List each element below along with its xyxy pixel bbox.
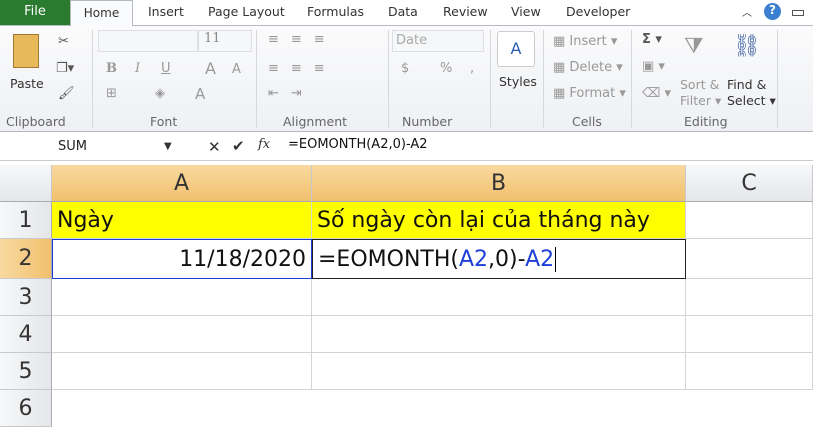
restore-icon[interactable] [792, 10, 804, 16]
ribbon-tabs: File Home Insert Page Layout Formulas Da… [0, 0, 813, 27]
cell-b3[interactable] [312, 279, 686, 316]
minimize-ribbon-icon[interactable]: ︿ [742, 4, 752, 19]
delete-cells-button[interactable]: ▦ Delete ▾ [553, 60, 623, 75]
insert-function-button[interactable]: fx [258, 137, 270, 152]
cell-c3[interactable] [686, 279, 813, 316]
underline-button[interactable]: U [161, 61, 171, 76]
sort-filter-button[interactable]: Sort & Filter ▾ [680, 77, 721, 109]
cell-b2-editing[interactable]: =EOMONTH(A2,0)-A2 [312, 239, 686, 279]
group-font: Font [150, 114, 178, 129]
select-all-corner[interactable] [0, 165, 52, 202]
group-number: Number [402, 114, 453, 129]
group-alignment: Alignment [283, 114, 348, 129]
font-name-select[interactable] [98, 30, 198, 52]
number-format-select[interactable]: Date [392, 30, 484, 52]
cell-a3[interactable] [52, 279, 312, 316]
name-box[interactable]: SUM [0, 136, 178, 158]
row-header-1[interactable]: 1 [0, 202, 52, 239]
group-cells: Cells [572, 114, 602, 129]
horizontal-align-icons[interactable]: ≡≡≡ [268, 61, 337, 76]
styles-button[interactable]: Styles [499, 74, 537, 89]
ribbon: Paste ✂ ❐▾ 🖌 Clipboard 11 B I U A A ⊞ ◈ … [0, 26, 813, 132]
indent-icons[interactable]: ⇤⇥ [268, 86, 314, 101]
clear-icon[interactable]: ⌫ ▾ [642, 86, 671, 101]
cell-b1[interactable]: Số ngày còn lại của tháng này [312, 202, 686, 239]
bold-button[interactable]: B [106, 61, 117, 76]
font-color-icon[interactable]: A [195, 85, 205, 103]
tab-view[interactable]: View [511, 4, 541, 19]
row-header-5[interactable]: 5 [0, 353, 52, 390]
formula-input[interactable]: =EOMONTH(A2,0)-A2 [288, 137, 428, 152]
insert-label: Insert [569, 34, 607, 49]
row-header-3[interactable]: 3 [0, 279, 52, 316]
paste-button[interactable]: Paste [10, 76, 44, 91]
group-clipboard: Clipboard [6, 114, 66, 129]
row-header-4[interactable]: 4 [0, 316, 52, 353]
styles-icon[interactable]: A [497, 31, 535, 67]
percent-button[interactable]: % [440, 61, 452, 76]
tab-file[interactable]: File [0, 0, 70, 25]
sort-filter-icon[interactable]: ⧩ [684, 34, 704, 59]
format-painter-icon[interactable]: 🖌 [58, 86, 75, 101]
cell-a2[interactable]: 11/18/2020 [52, 239, 312, 279]
tab-insert[interactable]: Insert [148, 4, 184, 19]
italic-button[interactable]: I [135, 61, 140, 76]
tab-data[interactable]: Data [388, 4, 418, 19]
cell-c1[interactable] [686, 202, 813, 239]
cell-b4[interactable] [312, 316, 686, 353]
paste-icon[interactable] [13, 34, 39, 68]
delete-label: Delete [569, 60, 613, 75]
tab-page-layout[interactable]: Page Layout [208, 4, 285, 19]
cell-c4[interactable] [686, 316, 813, 353]
fill-color-icon[interactable]: ◈ [155, 86, 165, 101]
copy-icon[interactable]: ❐▾ [56, 61, 74, 76]
borders-icon[interactable]: ⊞ [106, 86, 117, 101]
comma-button[interactable]: , [470, 61, 474, 76]
column-header-a[interactable]: A [52, 165, 312, 202]
grow-font-icon[interactable]: A [205, 59, 216, 78]
row-header-6[interactable]: 6 [0, 390, 52, 427]
cancel-icon[interactable]: ✕ [208, 138, 221, 156]
find-select-icon[interactable]: ⛓ [733, 34, 761, 59]
tab-home[interactable]: Home [70, 0, 133, 27]
tab-review[interactable]: Review [443, 4, 488, 19]
autosum-icon[interactable]: Σ ▾ [642, 32, 662, 47]
format-cells-button[interactable]: ▦ Format ▾ [553, 86, 626, 101]
cell-c2[interactable] [686, 239, 813, 279]
currency-button[interactable]: $ [401, 61, 409, 76]
cell-b5[interactable] [312, 353, 686, 390]
help-icon[interactable]: ? [764, 3, 781, 20]
fill-icon[interactable]: ▣ ▾ [642, 59, 665, 74]
font-size-select[interactable]: 11 [198, 30, 252, 52]
cell-c5[interactable] [686, 353, 813, 390]
tab-formulas[interactable]: Formulas [307, 4, 364, 19]
insert-cells-button[interactable]: ▦ Insert ▾ [553, 34, 617, 49]
vertical-align-icons[interactable]: ≡≡≡ [268, 32, 337, 47]
shrink-font-icon[interactable]: A [232, 62, 241, 77]
cell-a4[interactable] [52, 316, 312, 353]
cell-a5[interactable] [52, 353, 312, 390]
enter-icon[interactable]: ✔ [232, 137, 245, 155]
cut-icon[interactable]: ✂ [58, 34, 69, 49]
worksheet-grid: A B C 1 2 3 4 5 6 Ngày Số ngày còn lại c… [0, 165, 813, 427]
cell-a1[interactable]: Ngày [52, 202, 312, 239]
tab-developer[interactable]: Developer [566, 4, 630, 19]
column-header-c[interactable]: C [686, 165, 813, 202]
group-editing: Editing [684, 114, 728, 129]
row-header-2[interactable]: 2 [0, 239, 52, 279]
find-select-button[interactable]: Find & Select ▾ [727, 77, 776, 109]
formula-bar: SUM ▼ ✕ ✔ fx =EOMONTH(A2,0)-A2 [0, 133, 813, 161]
name-box-dropdown-icon[interactable]: ▼ [164, 141, 172, 152]
column-header-b[interactable]: B [312, 165, 686, 202]
format-label: Format [569, 86, 616, 101]
